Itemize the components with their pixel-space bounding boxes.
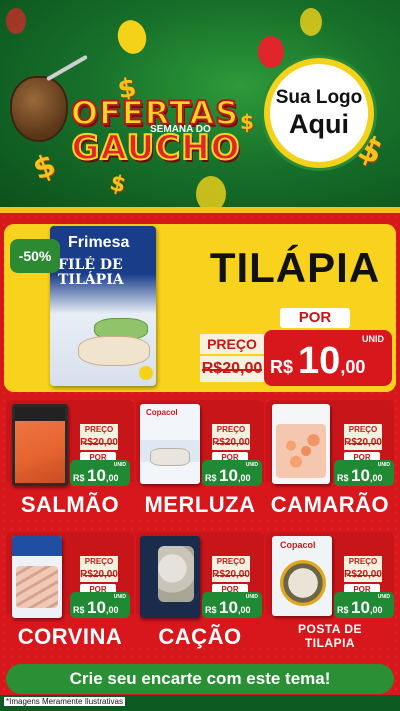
old-price: R$20,00 [212,436,250,450]
price-decimal: ,00 [369,605,383,615]
currency: R$ [73,605,85,615]
balloon-icon [300,8,322,36]
price-decimal: ,00 [340,357,366,377]
dollar-sign-icon: $ [107,170,129,199]
price-decimal: ,00 [105,473,119,483]
preco-label: PREÇO [212,556,250,568]
strikethrough-line [83,575,115,576]
create-flyer-button[interactable]: Crie seu encarte com este tema! [6,664,394,694]
price-integer: 10 [298,340,341,382]
currency: R$ [205,605,217,615]
header-banner: $ $ $ $ $ OFERTAS SEMANA DO GAUCHO Sua L… [0,0,400,215]
camarao-package-icon [272,404,330,484]
price-integer: 10 [351,466,370,485]
featured-product-name: TILÁPIA [209,244,381,291]
fish-icon [16,566,58,608]
currency: R$ [337,605,349,615]
currency: R$ [205,473,217,483]
balloon-icon [258,36,284,68]
old-price: R$20,00 [212,568,250,582]
featured-preco-label: PREÇO [200,334,264,354]
preco-label: PREÇO [80,424,118,436]
new-price: UNID R$ 10,00 [334,592,394,618]
package-title: FILÉ DE TILÁPIA [58,257,124,288]
logo-text-line1: Sua Logo [275,87,363,108]
price-decimal: ,00 [105,605,119,615]
price-value: R$ 10,00 [205,598,250,618]
old-price: R$20,00 [80,436,118,450]
old-price: R$20,00 [80,568,118,582]
price-decimal: ,00 [237,473,251,483]
strikethrough-line [215,443,247,444]
tilapia-package-image: Frimesa FILÉ DE TILÁPIA [50,226,156,386]
strikethrough-line [215,575,247,576]
package-header [12,536,62,556]
fish-steak-icon [158,546,194,602]
featured-old-price: R$20,00 [200,356,264,382]
product-name: SALMÃO [20,492,120,517]
salmon-package-icon [12,404,68,486]
featured-por-label: POR [280,308,350,328]
new-price: UNID R$ 10,00 [202,592,262,618]
product-name: MERLUZA [144,492,256,517]
new-price: UNID R$ 10,00 [70,592,130,618]
strikethrough-line [347,443,379,444]
package-brand: Frimesa [68,234,130,251]
merluza-package-icon: Copacol [140,404,200,484]
currency: R$ [73,473,85,483]
preco-label: PREÇO [344,424,382,436]
bomba-straw-icon [46,54,88,82]
new-price: UNID R$ 10,00 [202,460,262,486]
product-name: CAMARÃO [270,492,390,517]
price-value: R$ 10,00 [73,598,118,618]
price-decimal: ,00 [237,605,251,615]
posta-tilapia-package-icon: Copacol [272,536,332,616]
package-brand: Copacol [280,540,316,550]
price-value: R$ 10,00 [337,598,382,618]
new-price: UNID R$ 10,00 [70,460,130,486]
price-value: R$ 10,00 [270,340,365,383]
strikethrough-line [202,369,262,371]
price-integer: 10 [87,466,106,485]
balloon-icon [114,16,150,58]
logo-text-line2: Aqui [289,109,349,139]
logo-placeholder[interactable]: Sua Logo Aqui [264,58,374,168]
new-price: UNID R$ 10,00 [334,460,394,486]
price-value: R$ 10,00 [73,466,118,486]
balloon-icon [6,8,26,34]
discount-badge: -50% [10,239,60,273]
price-integer: 10 [219,466,238,485]
strikethrough-line [83,443,115,444]
preco-label: PREÇO [212,424,250,436]
price-value: R$ 10,00 [205,466,250,486]
corvina-package-icon [12,536,62,618]
currency: R$ [337,473,349,483]
title-gaucho: GAUCHO [70,127,241,169]
price-value: R$ 10,00 [337,466,382,486]
preco-label: PREÇO [344,556,382,568]
fish-steak-icon [280,560,326,606]
fish-fillet-icon [78,336,150,366]
product-name: CAÇÃO [158,624,242,649]
preco-label: PREÇO [80,556,118,568]
weight-badge-icon [139,366,153,380]
fish-fillet-icon [150,448,190,466]
old-price: R$20,00 [344,436,382,450]
featured-new-price: UNID R$ 10,00 [264,330,392,386]
price-integer: 10 [87,598,106,617]
dollar-sign-icon: $ [28,147,61,188]
currency: R$ [270,357,294,377]
product-name: POSTA DE TILAPIA [297,622,362,650]
package-brand: Copacol [146,408,178,417]
cacao-package-icon [140,536,200,618]
shrimp-icon [276,424,326,478]
old-price: R$20,00 [344,568,382,582]
price-decimal: ,00 [369,473,383,483]
price-integer: 10 [351,598,370,617]
disclaimer-text: *Imagens Meramente Ilustrativas [4,697,125,706]
strikethrough-line [347,575,379,576]
product-name: CORVINA [17,624,123,649]
price-integer: 10 [219,598,238,617]
